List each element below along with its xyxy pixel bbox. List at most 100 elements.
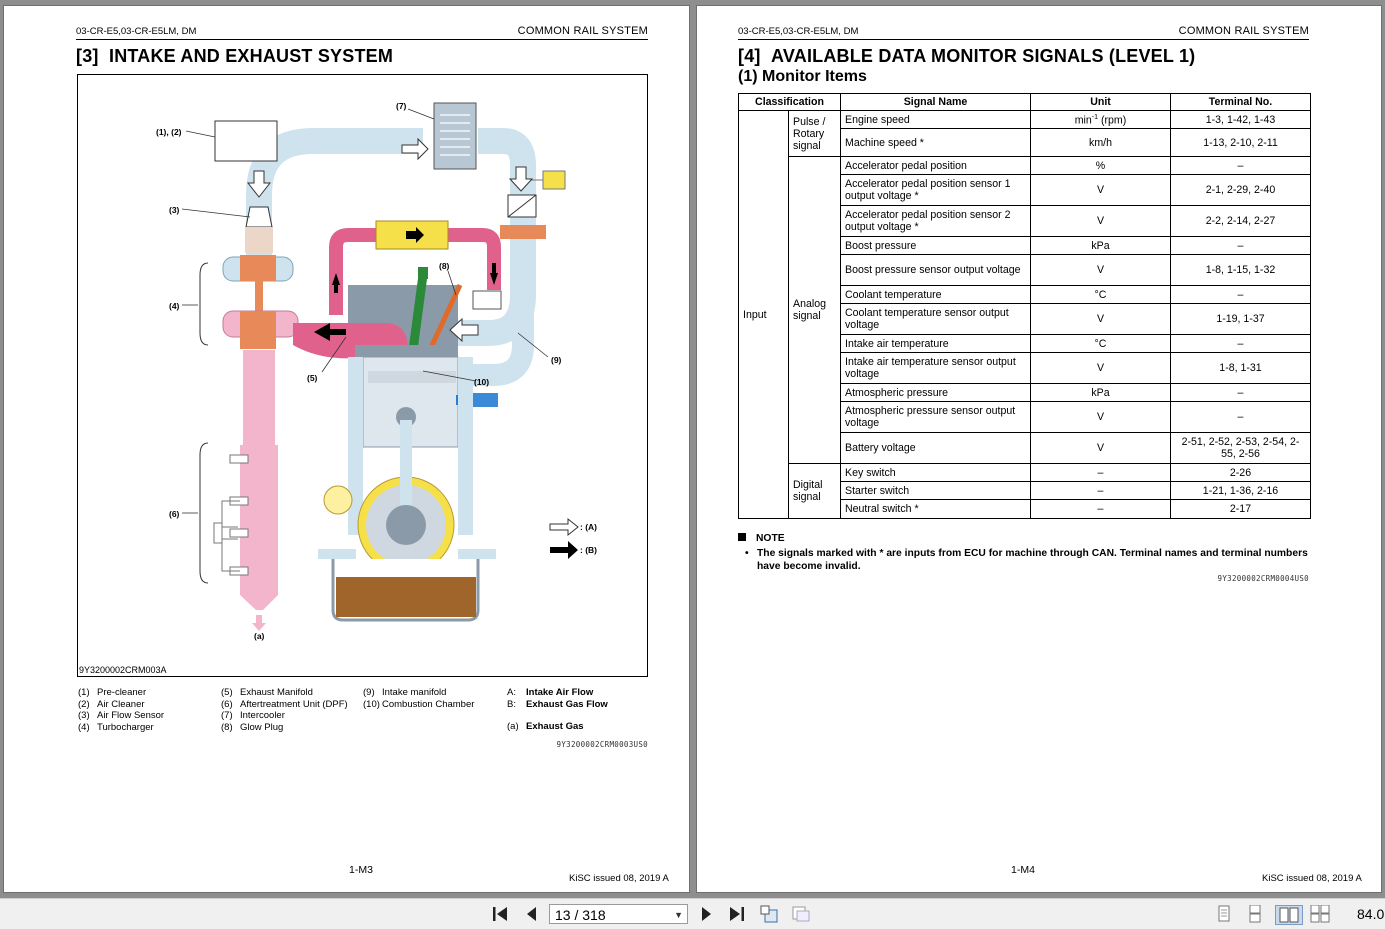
- header-system: COMMON RAIL SYSTEM: [517, 25, 648, 37]
- intercooler: [433, 102, 477, 170]
- continuous-view-icon[interactable]: [1245, 905, 1265, 923]
- viewer-toolbar: 13 / 318 ▼ 84.0: [0, 898, 1385, 929]
- unit-cell: –: [1030, 481, 1171, 500]
- unit-cell: min-1 (rpm): [1030, 110, 1171, 129]
- signal-cell: Accelerator pedal position sensor 2 outp…: [840, 205, 1031, 237]
- last-page-icon[interactable]: [727, 905, 747, 923]
- monitor-signals-table: Classification Signal Name Unit Terminal…: [738, 93, 1311, 519]
- terminal-cell: –: [1170, 236, 1311, 255]
- signal-cell: Key switch: [840, 463, 1031, 482]
- issued-note: KiSC issued 08, 2019 A: [569, 873, 669, 884]
- terminal-cell: 2-26: [1170, 463, 1311, 482]
- note-text: • The signals marked with * are inputs f…: [745, 547, 1315, 573]
- legend-item: (4) Turbocharger: [78, 721, 154, 733]
- two-page-continuous-view-icon[interactable]: [1310, 905, 1330, 923]
- issued-note: KiSC issued 08, 2019 A: [1262, 873, 1362, 884]
- legend-item: (5) Exhaust Manifold: [221, 687, 313, 698]
- header-rule: [738, 39, 1309, 40]
- group-cell-analog: Analog signal: [788, 156, 841, 464]
- terminal-cell: 1-13, 2-10, 2-11: [1170, 128, 1311, 157]
- unit-cell: –: [1030, 499, 1171, 519]
- terminal-cell: 1-8, 1-15, 1-32: [1170, 254, 1311, 286]
- chevron-down-icon[interactable]: ▼: [674, 905, 683, 925]
- terminal-cell: 2-1, 2-29, 2-40: [1170, 174, 1311, 206]
- page-number: 1-M3: [349, 864, 373, 876]
- callout-4: (4): [169, 301, 180, 311]
- zoom-level[interactable]: 84.0: [1357, 906, 1384, 922]
- legend-item: (6) Aftertreatment Unit (DPF): [221, 698, 348, 710]
- callout-3: (3): [169, 205, 180, 215]
- group-cell-pulse: Pulse / Rotary signal: [788, 110, 841, 157]
- col-header: Signal Name: [840, 93, 1031, 111]
- callout-1-2: (1), (2): [156, 127, 182, 137]
- legend-item: (a) Exhaust Gas: [507, 721, 584, 733]
- callout-5: (5): [307, 373, 318, 383]
- key-a-label: : (A): [580, 522, 597, 532]
- subsection-title: (1) Monitor Items: [738, 68, 867, 85]
- terminal-cell: –: [1170, 285, 1311, 304]
- legend-item: B: Exhaust Gas Flow: [507, 698, 608, 710]
- terminal-cell: 1-3, 1-42, 1-43: [1170, 110, 1311, 129]
- single-page-view-icon[interactable]: [1214, 905, 1234, 923]
- page-right: 03-CR-E5,03-CR-E5LM, DM COMMON RAIL SYST…: [697, 6, 1381, 892]
- doc-id: 9Y3200002CRM0004US0: [1217, 574, 1309, 583]
- signal-cell: Machine speed *: [840, 128, 1031, 157]
- unit-cell: V: [1030, 174, 1171, 206]
- signal-cell: Battery voltage: [840, 432, 1031, 464]
- unit-cell: °C: [1030, 334, 1171, 353]
- oil-pan: [336, 577, 476, 617]
- signal-cell: Accelerator pedal position: [840, 156, 1031, 175]
- section-title-text: INTAKE AND EXHAUST SYSTEM: [109, 46, 394, 66]
- legend-col-2: (5) Exhaust Manifold (6) Aftertreatment Un…: [221, 687, 348, 733]
- section-title: [3] INTAKE AND EXHAUST SYSTEM: [76, 46, 393, 67]
- prev-page-icon[interactable]: [521, 905, 541, 923]
- signal-cell: Boost pressure: [840, 236, 1031, 255]
- section-number: [4]: [738, 46, 761, 66]
- snapshot-icon[interactable]: [791, 905, 811, 923]
- table-row: Digital signal Key switch – 2-26: [739, 463, 1311, 519]
- note-bullet-square: [738, 533, 746, 541]
- note-title: NOTE: [738, 533, 785, 544]
- legend-item: (3) Air Flow Sensor: [78, 710, 165, 722]
- signal-cell: Atmospheric pressure sensor output volta…: [840, 401, 1031, 433]
- rotate-icon[interactable]: [759, 905, 779, 923]
- terminal-cell: –: [1170, 334, 1311, 353]
- unit-cell: °C: [1030, 285, 1171, 304]
- unit-cell: V: [1030, 254, 1171, 286]
- key-b-label: : (B): [580, 545, 597, 555]
- unit-cell: V: [1030, 401, 1171, 433]
- terminal-cell: 1-21, 1-36, 2-16: [1170, 481, 1311, 500]
- note-bullet: •: [745, 548, 749, 559]
- col-header: Terminal No.: [1170, 93, 1311, 111]
- page-left: 03-CR-E5,03-CR-E5LM, DM COMMON RAIL SYST…: [4, 6, 689, 892]
- signal-cell: Intake air temperature sensor output vol…: [840, 352, 1031, 384]
- callout-a: (a): [254, 631, 265, 641]
- page-number: 1-M4: [1011, 864, 1035, 876]
- table-header-row: Classification Signal Name Unit Terminal…: [738, 93, 1311, 111]
- terminal-cell: 1-19, 1-37: [1170, 303, 1311, 335]
- legend-col-4: A: Intake Air Flow B: Exhaust Gas Flow (a)…: [507, 687, 608, 733]
- legend-item: (7) Intercooler: [221, 710, 285, 722]
- signal-cell: Engine speed: [840, 110, 1031, 129]
- page-number-field[interactable]: 13 / 318 ▼: [549, 904, 688, 924]
- signal-cell: Starter switch: [840, 481, 1031, 500]
- classification-cell: Input: [738, 110, 789, 519]
- legend-col-3: (9) Intake manifold (10) Combustion Chambe…: [363, 687, 474, 710]
- section-title-text: AVAILABLE DATA MONITOR SIGNALS (LEVEL 1): [771, 46, 1196, 66]
- first-page-icon[interactable]: [490, 905, 510, 923]
- pre-cleaner-box: [214, 120, 278, 162]
- two-page-view-icon[interactable]: [1275, 905, 1303, 925]
- unit-cell: V: [1030, 432, 1171, 464]
- header-model: 03-CR-E5,03-CR-E5LM, DM: [738, 26, 859, 37]
- signal-cell: Intake air temperature: [840, 334, 1031, 353]
- legend-item: (1) Pre-cleaner: [78, 687, 147, 698]
- unit-cell: V: [1030, 352, 1171, 384]
- figure-code: 9Y3200002CRM003A: [79, 665, 167, 675]
- terminal-cell: –: [1170, 401, 1311, 433]
- callout-6: (6): [169, 509, 180, 519]
- header-rule: [76, 39, 648, 40]
- doc-id: 9Y3200002CRM0003US0: [556, 740, 648, 749]
- next-page-icon[interactable]: [697, 905, 717, 923]
- signal-cell: Accelerator pedal position sensor 1 outp…: [840, 174, 1031, 206]
- terminal-cell: –: [1170, 383, 1311, 402]
